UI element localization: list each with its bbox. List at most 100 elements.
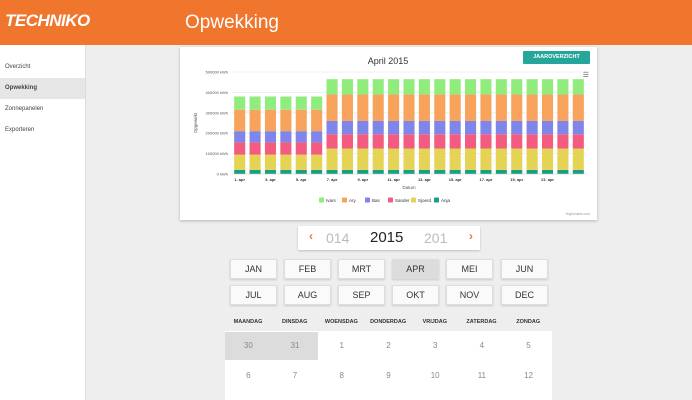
bar-segment [326,148,338,170]
bar-segment [280,109,292,132]
bar-segment [280,131,292,143]
bar-segment [372,134,384,149]
bar-segment [418,169,430,174]
jaaroverzicht-button[interactable]: JAAROVERZICHT [523,51,590,64]
bar-segment [311,109,323,132]
weekday-header: VRIJDAG [422,319,448,325]
bar-segment [418,134,430,149]
bar-segment [311,169,323,174]
bar-segment [495,169,507,174]
calendar-day[interactable]: 11 [459,362,506,390]
current-year: 2015 [370,229,404,246]
calendar-day[interactable]: 5 [505,332,552,360]
sidebar-item-opwekking[interactable]: Opwekking [0,78,85,99]
bar-segment [403,148,415,170]
techniko-logo[interactable]: TECHNIKO [5,11,90,31]
bar-segment [357,79,369,95]
bar-segment [480,134,492,149]
month-button-dec[interactable]: DEC [501,285,548,305]
x-tick-label: 13. apr [418,177,431,182]
month-button-mrt[interactable]: MRT [338,259,385,279]
month-button-mei[interactable]: MEI [446,259,493,279]
bar-segment [449,169,461,174]
month-button-jan[interactable]: JAN [230,259,277,279]
calendar: MAANDAG DINSDAG WOENSDAG DONDERDAG VRIJD… [225,317,552,400]
month-button-jul[interactable]: JUL [230,285,277,305]
y-tick-label: 200000 kWh [206,131,228,136]
sidebar-item-zonnepanelen[interactable]: Zonnepanelen [0,99,85,120]
bar-segment [480,169,492,174]
bar-segment [434,79,446,95]
legend-item: Sjoerd [418,198,432,203]
bar-segment [234,131,246,143]
bar-segment [372,169,384,174]
bar-segment [526,134,538,149]
calendar-day[interactable]: 7 [272,362,319,390]
weekday-header: DINSDAG [282,319,308,325]
calendar-day[interactable]: 3 [412,332,459,360]
bar-segment [311,131,323,143]
calendar-day[interactable]: 2 [365,332,412,360]
previous-year[interactable]: 014 [326,230,349,246]
bar-segment [249,96,261,110]
calendar-day[interactable]: 12 [505,362,552,390]
bar-segment [449,148,461,170]
bar-segment [572,148,584,170]
bar-segment [572,120,584,135]
bar-segment [280,169,292,174]
x-tick-label: 11. apr [387,177,400,182]
bar-segment [465,148,477,170]
bar-segment [280,154,292,170]
bar-segment [541,79,554,95]
bar-segment [541,148,554,170]
month-button-nov[interactable]: NOV [446,285,493,305]
bar-segment [465,134,477,149]
calendar-day[interactable]: 1 [318,332,365,360]
bar-segment [357,120,369,135]
chevron-left-icon[interactable]: ‹ [309,229,313,243]
calendar-day[interactable]: 6 [225,362,272,390]
bar-segment [264,154,277,170]
bar-segment [326,79,338,95]
bar-segment [480,120,492,135]
next-year[interactable]: 201 [424,230,447,246]
bar-segment [264,169,277,174]
x-tick-label: 15. apr [449,177,462,182]
bar-segment [511,120,523,135]
bar-segment [311,154,323,170]
bar-segment [295,96,307,110]
month-button-feb[interactable]: FEB [284,259,331,279]
bar-segment [511,94,523,121]
bar-segment [557,120,569,135]
bar-segment [403,79,415,95]
y-tick-label: 100000 kWh [206,151,228,156]
bar-segment [341,148,353,170]
bar-segment [526,120,538,135]
month-button-sep[interactable]: SEP [338,285,385,305]
hamburger-icon[interactable]: ☰ [583,71,589,79]
bar-segment [249,131,261,143]
bar-segment [249,142,261,155]
bar-segment [295,169,307,174]
calendar-day[interactable]: 4 [459,332,506,360]
y-tick-label: 400000 kWh [206,90,228,95]
chevron-right-icon[interactable]: › [469,229,473,243]
month-button-aug[interactable]: AUG [284,285,331,305]
weekday-header: WOENSDAG [324,319,358,325]
bar-segment [264,109,277,132]
calendar-day[interactable]: 8 [318,362,365,390]
bar-segment [295,109,307,132]
calendar-day[interactable]: 31 [271,332,319,360]
bar-segment [418,79,430,95]
calendar-day[interactable]: 10 [412,362,459,390]
bar-segment [280,142,292,155]
month-button-jun[interactable]: JUN [501,259,548,279]
calendar-day[interactable]: 9 [365,362,412,390]
sidebar-item-exporteren[interactable]: Exporteren [0,120,85,141]
bar-segment [495,94,507,121]
month-button-okt[interactable]: OKT [392,285,439,305]
calendar-day[interactable]: 30 [225,332,272,360]
bar-segment [495,79,507,95]
sidebar-item-overzicht[interactable]: Overzicht [0,57,85,78]
month-button-apr[interactable]: APR [392,259,439,279]
